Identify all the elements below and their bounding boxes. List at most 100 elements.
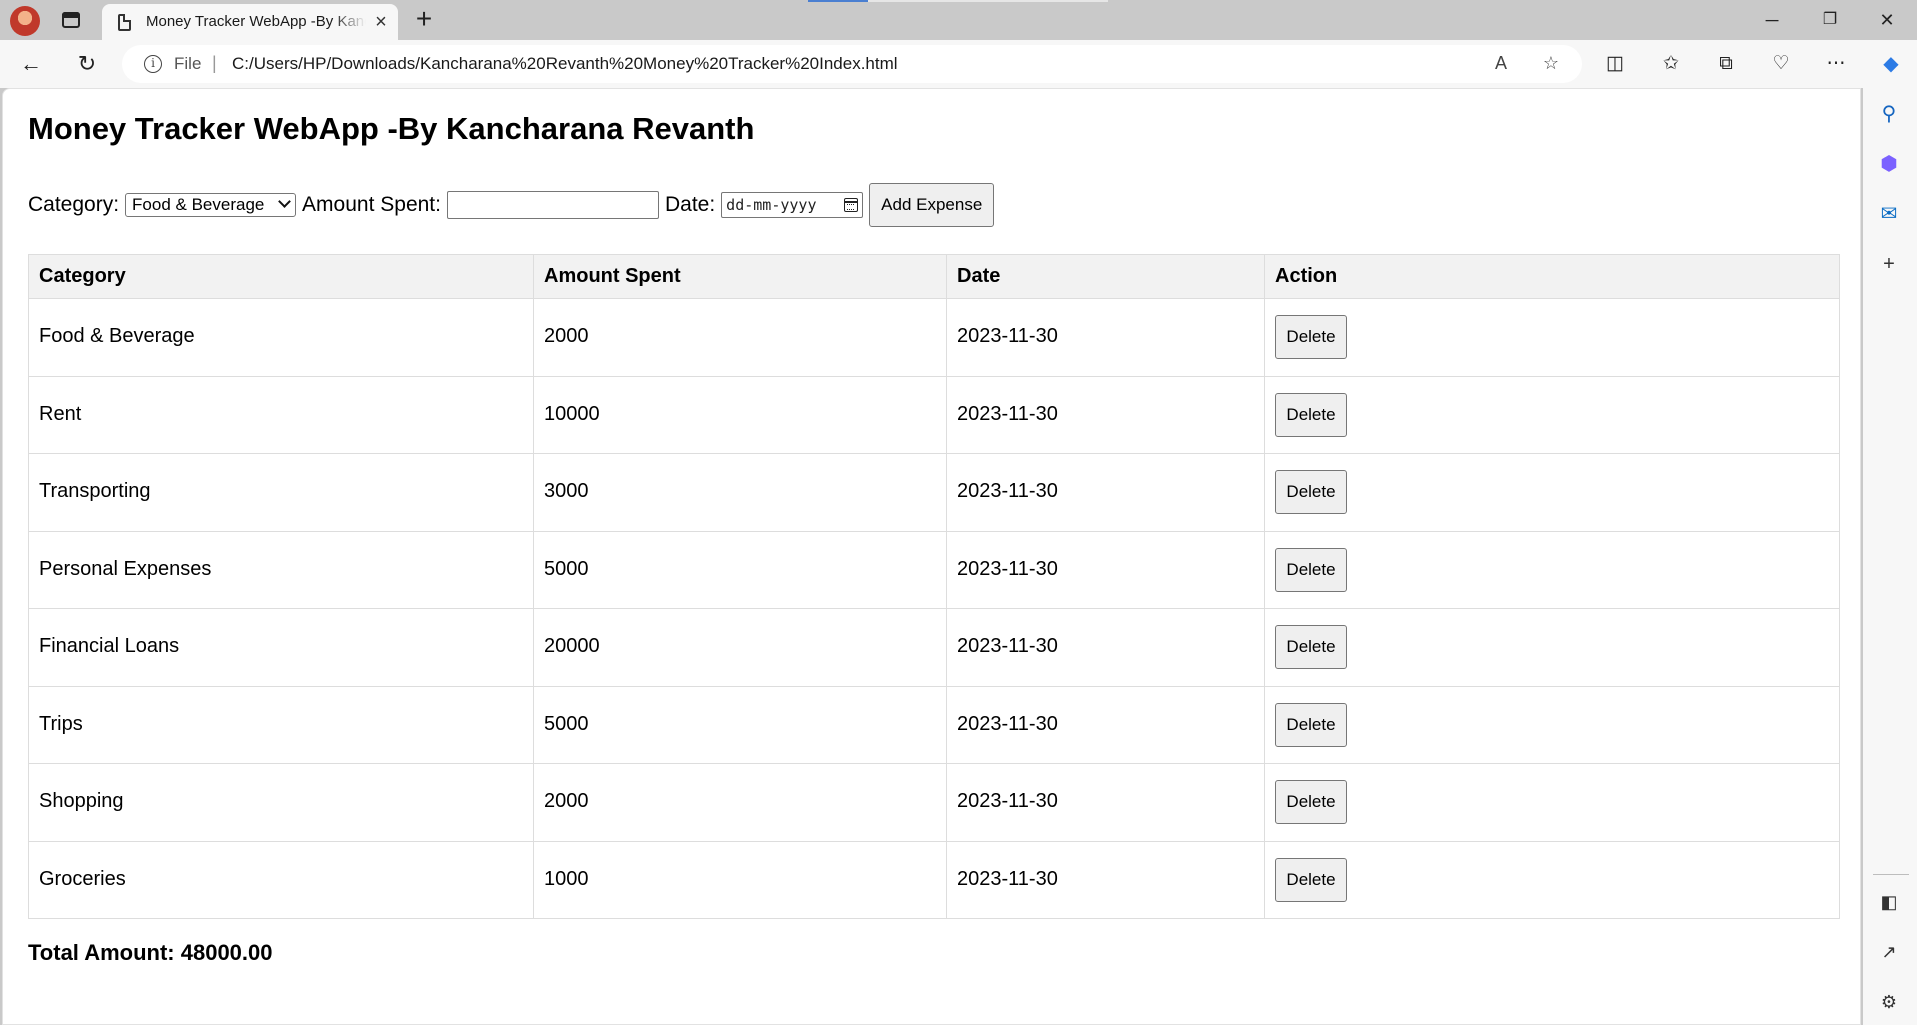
add-sidebar-app-icon[interactable]: + xyxy=(1875,250,1903,278)
hide-sidebar-icon[interactable]: ◧ xyxy=(1875,888,1903,916)
delete-button[interactable]: Delete xyxy=(1275,857,1347,902)
restore-button[interactable]: ❐ xyxy=(1808,6,1852,34)
category-label: Category: xyxy=(28,193,120,216)
tab-strip-indicator-track xyxy=(868,0,1108,2)
delete-button[interactable]: Delete xyxy=(1275,625,1347,670)
cell-amount: 5000 xyxy=(533,530,947,609)
new-tab-button[interactable]: + xyxy=(410,5,438,34)
cell-date: 2023-11-30 xyxy=(946,685,1265,764)
date-placeholder: dd-mm-yyyy xyxy=(726,196,817,214)
cell-amount: 3000 xyxy=(533,453,947,532)
chevron-down-icon xyxy=(278,195,291,208)
copilot-icon[interactable]: ◆ xyxy=(1874,48,1908,80)
header-category: Category xyxy=(28,254,534,299)
category-selected-value: Food & Beverage xyxy=(132,195,265,214)
add-expense-button[interactable]: Add Expense xyxy=(869,183,995,227)
star-icon[interactable]: ☆ xyxy=(1536,53,1566,75)
search-icon[interactable]: ⚲ xyxy=(1875,100,1903,128)
browser-essentials-icon[interactable]: ♡ xyxy=(1764,48,1798,80)
page-viewport: Money Tracker WebApp -By Kancharana Reva… xyxy=(2,88,1861,1025)
expense-table: Category Amount Spent Date Action Food &… xyxy=(28,254,1840,919)
settings-gear-icon[interactable]: ⚙ xyxy=(1875,988,1903,1016)
table-header-row: Category Amount Spent Date Action xyxy=(28,254,1840,299)
cell-date: 2023-11-30 xyxy=(946,453,1265,532)
cell-amount: 2000 xyxy=(533,763,947,842)
cell-amount: 2000 xyxy=(533,298,947,377)
amount-input[interactable] xyxy=(446,191,659,219)
m365-icon[interactable]: ⬢ xyxy=(1875,150,1903,178)
cell-amount: 10000 xyxy=(533,375,947,454)
header-action: Action xyxy=(1264,254,1840,299)
total-amount: Total Amount: 48000.00 xyxy=(28,940,273,965)
table-row: Food & Beverage 2000 2023-11-30 Delete xyxy=(28,298,1840,377)
delete-button[interactable]: Delete xyxy=(1275,702,1347,747)
table-row: Trips 5000 2023-11-30 Delete xyxy=(28,685,1840,764)
cell-action: Delete xyxy=(1264,453,1840,532)
cell-amount: 1000 xyxy=(533,840,947,919)
browser-tab[interactable]: Money Tracker WebApp -By Kancharana Reva… xyxy=(102,4,398,40)
page-title: Money Tracker WebApp -By Kancharana Reva… xyxy=(28,111,755,146)
close-window-button[interactable]: ✕ xyxy=(1865,6,1909,34)
tab-title: Money Tracker WebApp -By Kancharana Reva… xyxy=(146,13,366,30)
cell-action: Delete xyxy=(1264,763,1840,842)
back-arrow-icon[interactable]: ← xyxy=(14,48,48,80)
cell-date: 2023-11-30 xyxy=(946,530,1265,609)
favorites-icon[interactable]: ✩ xyxy=(1654,48,1688,80)
table-row: Financial Loans 20000 2023-11-30 Delete xyxy=(28,608,1840,687)
tab-strip-indicator xyxy=(808,0,868,2)
delete-button[interactable]: Delete xyxy=(1275,547,1347,592)
date-input[interactable]: dd-mm-yyyy xyxy=(721,192,864,218)
table-row: Transporting 3000 2023-11-30 Delete xyxy=(28,453,1840,532)
table-row: Personal Expenses 5000 2023-11-30 Delete xyxy=(28,530,1840,609)
date-label: Date: xyxy=(664,193,716,216)
read-aloud-icon[interactable]: A xyxy=(1486,53,1516,75)
sidebar-divider xyxy=(1873,874,1909,875)
page-icon xyxy=(118,14,131,31)
cell-amount: 20000 xyxy=(533,608,947,687)
cell-action: Delete xyxy=(1264,685,1840,764)
category-select[interactable]: Food & Beverage xyxy=(125,193,297,217)
cell-category: Shopping xyxy=(28,763,534,842)
more-icon[interactable]: ⋯ xyxy=(1819,48,1853,80)
amount-label: Amount Spent: xyxy=(302,193,441,216)
table-row: Groceries 1000 2023-11-30 Delete xyxy=(28,840,1840,919)
cell-action: Delete xyxy=(1264,530,1840,609)
delete-button[interactable]: Delete xyxy=(1275,315,1347,360)
cell-category: Food & Beverage xyxy=(28,298,534,377)
close-tab-icon[interactable]: × xyxy=(370,11,392,33)
collections-icon[interactable]: ⧉ xyxy=(1709,48,1743,80)
cell-date: 2023-11-30 xyxy=(946,608,1265,687)
info-icon[interactable]: i xyxy=(144,55,162,73)
cell-action: Delete xyxy=(1264,608,1840,687)
tab-actions-icon[interactable] xyxy=(60,10,82,30)
cell-category: Rent xyxy=(28,375,534,454)
calendar-icon[interactable] xyxy=(844,198,859,212)
cell-action: Delete xyxy=(1264,840,1840,919)
delete-button[interactable]: Delete xyxy=(1275,470,1347,515)
cell-date: 2023-11-30 xyxy=(946,763,1265,842)
profile-avatar[interactable] xyxy=(10,6,40,36)
split-screen-icon[interactable]: ◫ xyxy=(1598,48,1632,80)
table-row: Shopping 2000 2023-11-30 Delete xyxy=(28,763,1840,842)
cell-date: 2023-11-30 xyxy=(946,298,1265,377)
outlook-icon[interactable]: ✉ xyxy=(1875,200,1903,228)
cell-category: Groceries xyxy=(28,840,534,919)
header-amount: Amount Spent xyxy=(533,254,947,299)
cell-category: Trips xyxy=(28,685,534,764)
address-bar[interactable]: i File | C:/Users/HP/Downloads/Kancharan… xyxy=(122,45,1582,83)
delete-button[interactable]: Delete xyxy=(1275,392,1347,437)
address-url[interactable]: C:/Users/HP/Downloads/Kancharana%20Revan… xyxy=(232,54,898,74)
delete-button[interactable]: Delete xyxy=(1275,780,1347,825)
browser-sidebar: ⚲ ⬢ ✉ + ◧ ↗ ⚙ xyxy=(1863,88,1917,1025)
external-link-icon[interactable]: ↗ xyxy=(1875,938,1903,966)
browser-toolbar: ← ↻ i File | C:/Users/HP/Downloads/Kanch… xyxy=(0,40,1917,88)
cell-action: Delete xyxy=(1264,375,1840,454)
expense-form: Category: Food & Beverage Amount Spent: … xyxy=(28,183,995,227)
table-row: Rent 10000 2023-11-30 Delete xyxy=(28,375,1840,454)
cell-category: Transporting xyxy=(28,453,534,532)
reload-icon[interactable]: ↻ xyxy=(70,48,104,80)
cell-action: Delete xyxy=(1264,298,1840,377)
cell-date: 2023-11-30 xyxy=(946,375,1265,454)
minimize-button[interactable]: ─ xyxy=(1750,6,1794,34)
cell-category: Personal Expenses xyxy=(28,530,534,609)
